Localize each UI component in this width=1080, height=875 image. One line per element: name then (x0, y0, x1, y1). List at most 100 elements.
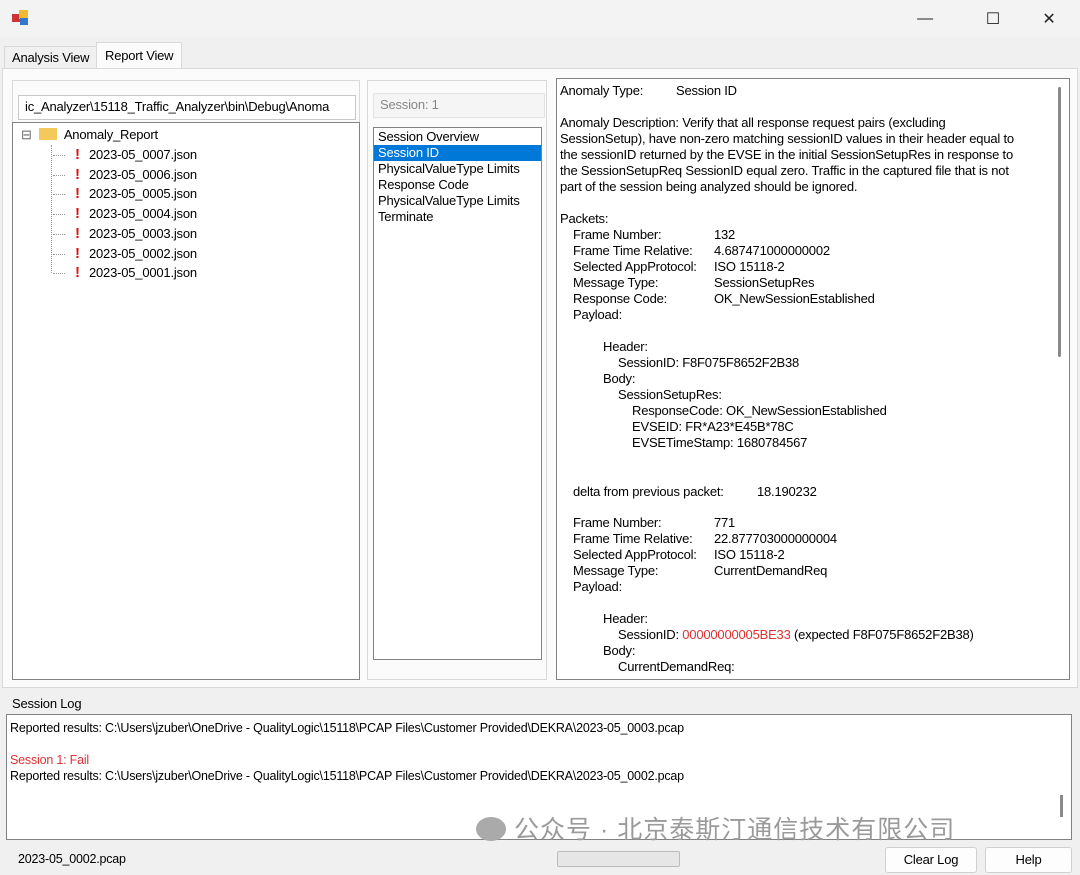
report-text[interactable]: Anomaly Type: Session ID Anomaly Descript… (556, 78, 1070, 680)
field-label: Selected AppProtocol: (573, 259, 697, 274)
list-item[interactable]: Terminate (374, 209, 541, 225)
tree-item[interactable]: ! 2023-05_0007.json (53, 145, 197, 165)
help-button[interactable]: Help (985, 847, 1072, 873)
header-label: Header: (603, 611, 648, 626)
tab-report-view[interactable]: Report View (96, 42, 183, 68)
app-icon (12, 10, 30, 26)
tree-connector (53, 214, 65, 216)
list-item[interactable]: Session ID (374, 145, 541, 161)
body-label: Body: (603, 643, 636, 658)
anomaly-tree[interactable]: ⊟ Anomaly_Report ! 2023-05_0007.json! 2023… (12, 122, 360, 680)
field-value: ISO 15118-2 (714, 547, 785, 562)
log-line: Session 1: Fail (10, 753, 89, 767)
minimize-button[interactable]: — (902, 4, 948, 34)
error-icon: ! (75, 185, 80, 203)
packet-field: Frame Time Relative: 22.877703000000004 (560, 531, 1069, 547)
packet-field: Frame Number: 132 (560, 227, 1069, 243)
payload-label: Payload: (573, 579, 622, 594)
watermark: 公众号 · 北京泰斯汀通信技术有限公司 (476, 810, 955, 846)
status-file: 2023-05_0002.pcap (18, 852, 126, 866)
path-field[interactable]: ic_Analyzer\15118_Traffic_Analyzer\bin\D… (18, 95, 356, 120)
error-icon: ! (75, 224, 80, 242)
tree-item-label: 2023-05_0004.json (89, 206, 197, 222)
tree-item-label: 2023-05_0001.json (89, 265, 197, 281)
list-item[interactable]: Response Code (374, 177, 541, 193)
field-label: Selected AppProtocol: (573, 547, 697, 562)
log-line: Reported results: C:\Users\jzuber\OneDri… (10, 769, 684, 783)
tree-connector (53, 233, 65, 235)
tree-item-label: 2023-05_0003.json (89, 225, 197, 241)
field-label: Message Type: (573, 563, 659, 578)
body-field: EVSETimeStamp: 1680784567 (632, 435, 808, 450)
packet-field: Response Code: OK_NewSessionEstablished (560, 291, 1069, 307)
field-value: ISO 15118-2 (714, 259, 785, 274)
clear-log-button[interactable]: Clear Log (885, 847, 977, 873)
description-line: the sessionID returned by the EVSE in th… (560, 147, 1013, 162)
collapse-icon[interactable]: ⊟ (21, 127, 32, 142)
log-scrollbar-thumb[interactable] (1060, 795, 1063, 817)
tree-item[interactable]: ! 2023-05_0004.json (53, 204, 197, 224)
tree-item[interactable]: ! 2023-05_0006.json (53, 165, 197, 185)
session-id: SessionID: F8F075F8652F2B38 (618, 355, 800, 370)
error-icon: ! (75, 165, 80, 183)
field-label: Frame Number: (573, 227, 662, 242)
field-value: CurrentDemandReq (714, 563, 828, 578)
anomaly-type-label: Anomaly Type: (560, 83, 644, 98)
list-item[interactable]: PhysicalValueType Limits (374, 193, 541, 209)
scrollbar-thumb[interactable] (1058, 87, 1061, 357)
tree-connector (53, 273, 65, 275)
session-id-label: SessionID: (618, 627, 683, 642)
field-label: Frame Time Relative: (573, 531, 693, 546)
tree-item[interactable]: ! 2023-05_0003.json (53, 224, 197, 244)
tree-item[interactable]: ! 2023-05_0005.json (53, 184, 197, 204)
watermark-text: 公众号 · 北京泰斯汀通信技术有限公司 (514, 816, 956, 844)
field-value: SessionSetupRes (714, 275, 815, 290)
close-button[interactable]: ✕ (1026, 4, 1072, 34)
packet-field: Message Type: CurrentDemandReq (560, 563, 1069, 579)
delta-value: 18.190232 (757, 484, 817, 499)
tab-analysis-view[interactable]: Analysis View (4, 46, 98, 68)
tree-item[interactable]: ! 2023-05_0002.json (53, 244, 197, 264)
tree-connector (53, 174, 65, 176)
error-icon: ! (75, 244, 80, 262)
body-label: Body: (603, 371, 636, 386)
packet-field: Frame Number: 771 (560, 515, 1069, 531)
payload-label: Payload: (573, 307, 622, 322)
tree-item[interactable]: ! 2023-05_0001.json (53, 263, 197, 283)
list-item[interactable]: Session Overview (374, 129, 541, 145)
body-field: ResponseCode: OK_NewSessionEstablished (632, 403, 887, 418)
description-line: the SessionSetupReq SessionID equal zero… (560, 163, 1009, 178)
maximize-button[interactable]: ☐ (970, 4, 1016, 34)
error-icon: ! (75, 146, 80, 163)
session-field: Session: 1 (373, 93, 545, 118)
body-type: CurrentDemandReq: (618, 659, 735, 674)
field-value: 771 (714, 515, 736, 530)
anomaly-list[interactable]: Session Overview Session ID PhysicalValueT… (373, 127, 542, 660)
field-value: 22.877703000000004 (714, 531, 837, 546)
session-log-title: Session Log (12, 696, 82, 711)
header-label: Header: (603, 339, 648, 354)
field-label: Frame Number: (573, 515, 662, 530)
description-line: SessionSetup), have non-zero matching se… (560, 131, 1014, 146)
list-item[interactable]: PhysicalValueType Limits (374, 161, 541, 177)
tree-connector (53, 253, 65, 255)
field-value: 132 (714, 227, 736, 242)
packet-field: Selected AppProtocol: ISO 15118-2 (560, 259, 1069, 275)
packet-field: Message Type: SessionSetupRes (560, 275, 1069, 291)
field-label: Response Code: (573, 291, 668, 306)
field-value: OK_NewSessionEstablished (714, 291, 875, 306)
body-field: EVSEID: FR*A23*E45B*78C (632, 419, 794, 434)
folder-icon (39, 128, 58, 140)
delta-label: delta from previous packet: (573, 484, 724, 499)
log-line: Reported results: C:\Users\jzuber\OneDri… (10, 721, 684, 735)
progress-bar (557, 851, 680, 867)
tree-connector (53, 155, 65, 157)
tree-root-label[interactable]: Anomaly_Report (64, 127, 158, 142)
tree-item-label: 2023-05_0005.json (89, 186, 197, 202)
description-line: part of the session being analyzed shoul… (560, 179, 858, 194)
description-line: Anomaly Description: Verify that all res… (560, 115, 946, 130)
title-bar: — ☐ ✕ (0, 0, 1080, 38)
body-type: SessionSetupRes: (618, 387, 722, 402)
packet-field: Frame Time Relative: 4.687471000000002 (560, 243, 1069, 259)
